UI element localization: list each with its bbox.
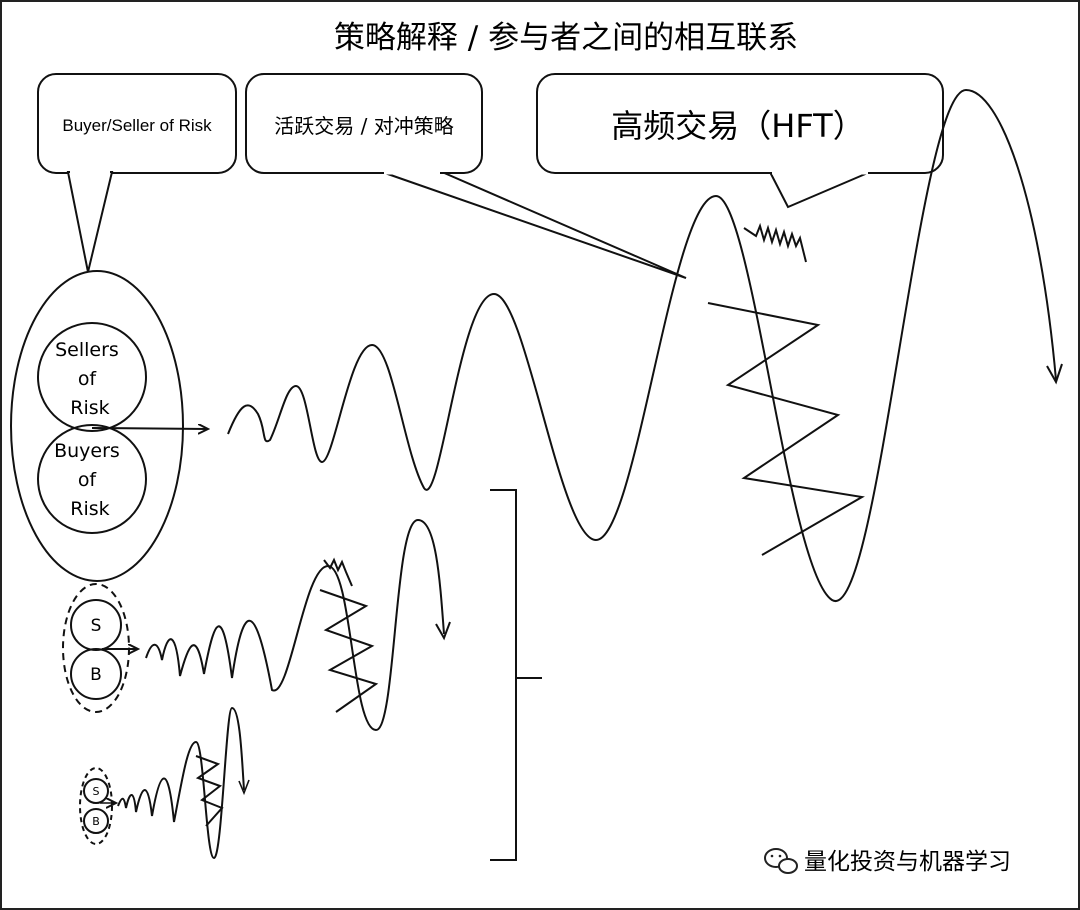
participant-group-medium: S B <box>62 583 138 713</box>
bubble-risk-label: Buyer/Seller of Risk <box>62 116 212 135</box>
buyers-label: Buyers of Risk <box>54 440 126 520</box>
sellers-label: Sellers of Risk <box>55 339 125 419</box>
participant-group-large: Sellers of Risk Buyers of Risk <box>10 270 208 582</box>
bubble-hft-label: 高频交易（HFT） <box>611 107 864 145</box>
medium-hft-micro-zigzag <box>323 557 353 587</box>
small-wave <box>117 706 245 860</box>
small-b-label: B <box>92 815 100 828</box>
bubble-hft: 高频交易（HFT） <box>536 73 944 209</box>
small-hft-zigzag <box>195 755 224 827</box>
grouping-brace <box>490 489 542 861</box>
strategy-diagram: 策略解释 / 参与者之间的相互联系 Buyer/Seller of Risk 活… <box>0 0 1080 910</box>
small-s-label: S <box>93 785 100 798</box>
bubble-active-trading-label: 活跃交易 / 对冲策略 <box>274 114 453 138</box>
large-hft-micro-zigzag <box>743 222 807 263</box>
watermark: 量化投资与机器学习 <box>764 848 1011 875</box>
medium-s-label: S <box>91 616 102 636</box>
medium-hft-zigzag <box>319 589 379 713</box>
large-connector-arrow <box>91 428 208 429</box>
medium-wave <box>145 518 445 732</box>
bubble-risk: Buyer/Seller of Risk <box>37 73 237 273</box>
participant-group-small: S B <box>79 767 116 845</box>
watermark-label: 量化投资与机器学习 <box>804 849 1011 875</box>
wechat-icon <box>764 848 798 874</box>
large-hft-zigzag <box>707 302 865 556</box>
diagram-title: 策略解释 / 参与者之间的相互联系 <box>334 20 798 56</box>
medium-b-label: B <box>90 665 102 685</box>
